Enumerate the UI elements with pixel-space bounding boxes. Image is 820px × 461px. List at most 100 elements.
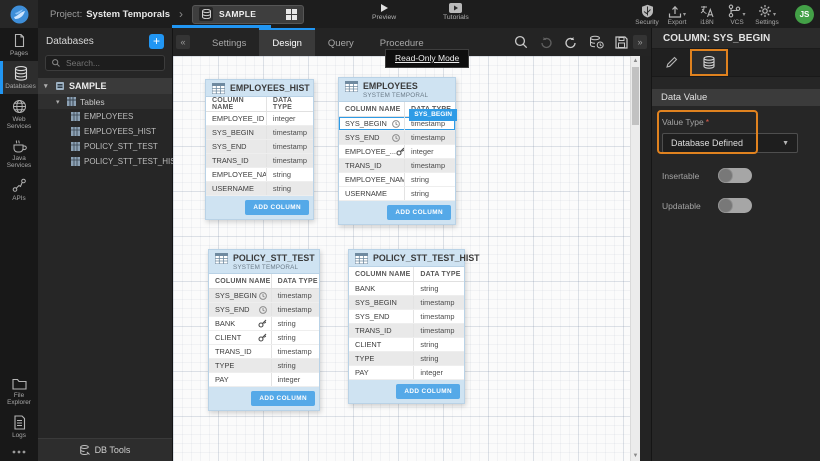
add-column-button[interactable]: ADD COLUMN [396, 384, 460, 399]
table-card-footer: ADD COLUMN [349, 380, 464, 403]
tree-item-tables-group[interactable]: ▾ Tables [38, 94, 172, 109]
preview-button[interactable]: Preview [372, 3, 396, 21]
column-row-sys-end[interactable]: SYS_ENDtimestamp [209, 303, 319, 317]
db-tools-button[interactable]: DB Tools [38, 438, 172, 461]
column-row-sys-begin[interactable]: SYS_BEGINtimestamp [209, 289, 319, 303]
column-row-pay[interactable]: PAYinteger [349, 366, 464, 380]
column-row-trans-id[interactable]: TRANS_IDtimestamp [209, 345, 319, 359]
settings-button[interactable]: ▾Settings [752, 3, 782, 26]
collapse-left-icon[interactable]: « [176, 35, 190, 49]
more-options-button[interactable] [0, 443, 38, 461]
tab-settings[interactable]: Settings [199, 28, 259, 56]
user-avatar[interactable]: JS [795, 5, 814, 24]
grid-view-icon[interactable] [286, 9, 297, 20]
save-icon[interactable] [615, 36, 628, 49]
security-button[interactable]: Security [632, 3, 662, 26]
column-row-bank[interactable]: BANKstring [209, 317, 319, 331]
caret-down-icon[interactable]: ▾ [44, 82, 51, 90]
key-icon [258, 333, 267, 342]
tree-item-table-employees_hist[interactable]: EMPLOYEES_HIST [38, 124, 172, 139]
column-row-client[interactable]: CLIENTstring [209, 331, 319, 345]
add-database-button[interactable]: + [149, 34, 164, 49]
sample-service-tab[interactable]: SAMPLE [192, 5, 304, 24]
column-row-pay[interactable]: PAYinteger [209, 373, 319, 387]
clock-icon [259, 292, 267, 300]
column-row-type[interactable]: TYPEstring [349, 352, 464, 366]
scroll-up-icon[interactable]: ▲ [631, 56, 640, 66]
canvas-wrap: EMPLOYEES_HIST COLUMN NAMEDATA TYPE EMPLOY… [173, 56, 651, 461]
vcs-button[interactable]: ▾VCS [722, 3, 752, 26]
column-row-sys-end[interactable]: SYS_ENDtimestamp [206, 140, 313, 154]
tree-item-database[interactable]: ▾ SAMPLE [38, 78, 172, 94]
table-card-header[interactable]: EMPLOYEES_HIST [206, 80, 313, 97]
column-row-employee-[interactable]: EMPLOYEE_...integer [339, 145, 455, 159]
add-column-button[interactable]: ADD COLUMN [245, 200, 309, 215]
tab-data-value[interactable] [690, 49, 728, 76]
wavemaker-logo-icon[interactable] [0, 0, 38, 28]
tree-item-table-employees[interactable]: EMPLOYEES [38, 109, 172, 124]
undo-icon[interactable] [539, 36, 553, 49]
value-type-select[interactable]: Database Defined ▼ [662, 133, 798, 153]
expand-right-icon[interactable]: » [633, 35, 647, 49]
sidebar-item-apis[interactable]: APIs [0, 173, 35, 206]
toggle-knob [718, 168, 733, 183]
column-type: timestamp [266, 154, 313, 167]
column-row-client[interactable]: CLIENTstring [349, 338, 464, 352]
table-card-header[interactable]: POLICY_STT_TESTSYSTEM TEMPORAL [209, 250, 319, 274]
column-row-sys-end[interactable]: SYS_ENDtimestamp [349, 310, 464, 324]
design-canvas[interactable]: EMPLOYEES_HIST COLUMN NAMEDATA TYPE EMPLOY… [173, 56, 640, 461]
table-card-employees[interactable]: EMPLOYEESSYSTEM TEMPORALCOLUMN NAMEDATA … [338, 77, 456, 225]
tree-item-table-policy_stt_test_hist[interactable]: POLICY_STT_TEST_HIST [38, 154, 172, 169]
add-column-button[interactable]: ADD COLUMN [251, 391, 315, 406]
database-sync-icon[interactable] [589, 35, 604, 49]
column-row-sys-begin[interactable]: SYS_BEGINtimestampSYS_BEGIN [339, 117, 455, 131]
scroll-down-icon[interactable]: ▼ [631, 451, 640, 461]
column-row-trans-id[interactable]: TRANS_IDtimestamp [349, 324, 464, 338]
table-card-header[interactable]: EMPLOYEESSYSTEM TEMPORAL [339, 78, 455, 102]
table-card-policy-stt-test[interactable]: POLICY_STT_TESTSYSTEM TEMPORALCOLUMN NAM… [208, 249, 320, 411]
column-row-employee-name[interactable]: EMPLOYEE_NAMEstring [339, 173, 455, 187]
search-input[interactable] [64, 57, 154, 69]
column-row-sys-begin[interactable]: SYS_BEGINtimestamp [349, 296, 464, 310]
tab-query[interactable]: Query [315, 28, 367, 56]
insertable-toggle[interactable] [718, 168, 752, 183]
column-row-username[interactable]: USERNAMEstring [339, 187, 455, 201]
column-row-trans-id[interactable]: TRANS_IDtimestamp [339, 159, 455, 173]
sidebar-item-pages[interactable]: Pages [0, 28, 35, 61]
column-name-header: COLUMN NAME [339, 102, 404, 116]
canvas-vertical-scrollbar[interactable]: ▲ ▼ [630, 56, 640, 461]
column-headers: COLUMN NAMEDATA TYPE [209, 274, 319, 289]
column-row-sys-end[interactable]: SYS_ENDtimestamp [339, 131, 455, 145]
tree-item-table-policy_stt_test[interactable]: POLICY_STT_TEST [38, 139, 172, 154]
topbar-tools: Security▾Exporti18N▾VCS▾Settings [632, 3, 787, 26]
redo-icon[interactable] [564, 36, 578, 49]
tab-design[interactable]: Design [259, 28, 315, 56]
i18n-button[interactable]: i18N [692, 3, 722, 26]
export-button[interactable]: ▾Export [662, 3, 692, 26]
sidebar-item-label: Logs [12, 432, 26, 439]
sidebar-item-databases[interactable]: Databases [0, 61, 38, 94]
updatable-toggle[interactable] [718, 198, 752, 213]
column-row-employee-id[interactable]: EMPLOYEE_IDinteger [206, 112, 313, 126]
sidebar-item-logs[interactable]: Logs [0, 410, 35, 443]
column-row-username[interactable]: USERNAMEstring [206, 182, 313, 196]
table-card-policy-stt-test-hist[interactable]: POLICY_STT_TEST_HISTCOLUMN NAMEDATA TYPE… [348, 249, 465, 404]
column-row-type[interactable]: TYPEstring [209, 359, 319, 373]
sidebar-item-file-explorer[interactable]: File Explorer [0, 373, 35, 410]
add-column-button[interactable]: ADD COLUMN [387, 205, 451, 220]
table-subtitle: SYSTEM TEMPORAL [363, 92, 428, 99]
table-card-employees-hist[interactable]: EMPLOYEES_HISTCOLUMN NAMEDATA TYPEEMPLOY… [205, 79, 314, 220]
table-card-header[interactable]: POLICY_STT_TEST_HIST [349, 250, 464, 267]
column-row-trans-id[interactable]: TRANS_IDtimestamp [206, 154, 313, 168]
tutorials-button[interactable]: Tutorials [443, 3, 469, 21]
search-box[interactable] [45, 55, 165, 71]
search-icon[interactable] [514, 35, 528, 49]
tab-edit-column[interactable] [652, 49, 690, 76]
column-row-sys-begin[interactable]: SYS_BEGINtimestamp [206, 126, 313, 140]
scrollbar-thumb[interactable] [632, 67, 639, 125]
column-row-bank[interactable]: BANKstring [349, 282, 464, 296]
sidebar-item-java-services[interactable]: Java Services [0, 134, 35, 173]
caret-down-icon[interactable]: ▾ [56, 98, 63, 106]
column-row-employee-name[interactable]: EMPLOYEE_NAMEstring [206, 168, 313, 182]
sidebar-item-web-services[interactable]: Web Services [0, 94, 35, 134]
